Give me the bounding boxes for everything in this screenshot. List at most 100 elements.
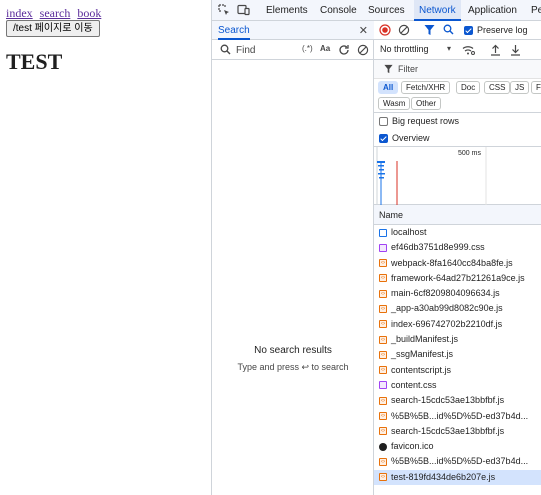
preserve-log-checkbox[interactable] [464,26,473,35]
big-request-rows-row: Big request rows [374,113,541,130]
request-row[interactable]: ef46db3751d8e999.css [374,240,541,255]
page-title: TEST [6,49,63,74]
type-filter-doc[interactable]: Doc [456,81,481,94]
match-case-toggle[interactable]: Aa [320,44,330,53]
search-tab[interactable]: Search [218,23,250,40]
request-row[interactable]: content.css [374,378,541,393]
filter-input[interactable]: Filter [398,64,418,74]
name-column-header[interactable]: Name [374,205,541,225]
request-row[interactable]: ‹› _app-a30ab99d8082c90e.js [374,301,541,316]
tab-network[interactable]: Network [414,0,461,21]
search-box: (.*) Aa [216,43,340,57]
web-page: index search book /test 페이지로 이동 TEST [0,0,211,495]
request-name: test-819fd434de6b207e.js [391,471,496,482]
request-row[interactable]: localhost [374,225,541,240]
tab-console[interactable]: Console [320,0,357,21]
type-filter-css[interactable]: CSS [484,81,511,94]
record-icon[interactable] [379,24,391,39]
tab-performance[interactable]: Pe [531,0,541,21]
timeline-tick-label: 500 ms [458,150,481,157]
no-results-text: No search results [254,345,332,356]
type-filter-other[interactable]: Other [411,97,442,110]
css-file-icon [379,243,387,252]
wifi-settings-icon[interactable] [462,44,475,59]
type-filter-row: All Fetch/XHR Doc CSS JS F Wasm Other [374,79,541,113]
big-request-rows-checkbox[interactable] [379,117,388,126]
regex-toggle[interactable]: (.*) [302,44,313,53]
type-filter-wasm[interactable]: Wasm [378,97,411,110]
filter-funnel-icon[interactable] [424,24,435,39]
script-file-icon: ‹› [379,335,387,344]
request-name: %5B%5B...id%5D%5D-ed37b4d... [391,410,529,421]
request-name: search-15cdc53ae13bbfbf.js [391,425,505,436]
type-filter-fetch-xhr[interactable]: Fetch/XHR [401,81,451,94]
big-request-rows-label: Big request rows [392,116,460,126]
script-file-icon: ‹› [379,366,387,375]
search-row: (.*) Aa [212,40,374,60]
device-toolbar-icon[interactable] [236,3,250,17]
type-filter-font[interactable]: F [531,81,541,94]
request-row[interactable]: ‹› _ssgManifest.js [374,347,541,362]
request-row[interactable]: ‹› main-6cf8209804096634.js [374,286,541,301]
refresh-icon[interactable] [338,44,350,59]
request-row[interactable]: ‹› contentscript.js [374,363,541,378]
script-file-icon: ‹› [379,457,387,466]
throttling-select[interactable]: No throttling [380,44,429,54]
search-icon[interactable] [443,24,454,38]
request-name: _app-a30ab99d8082c90e.js [391,303,503,314]
request-row[interactable]: ‹› %5B%5B...id%5D%5D-ed37b4d... [374,454,541,469]
nav-links: index search book [6,6,105,21]
request-name: localhost [391,227,427,237]
close-icon[interactable]: ✕ [359,24,368,37]
script-file-icon: ‹› [379,259,387,268]
request-name: favicon.ico [391,441,434,452]
request-row[interactable]: ‹› index-696742702b2210df.js [374,317,541,332]
link-index[interactable]: index [6,6,33,20]
search-icon [220,44,231,58]
preserve-log-label: Preserve log [477,25,528,35]
tab-application[interactable]: Application [468,0,517,21]
link-search[interactable]: search [40,6,71,20]
request-name: webpack-8fa1640cc84ba8fe.js [391,257,513,268]
request-row[interactable]: ‹› webpack-8fa1640cc84ba8fe.js [374,256,541,271]
request-name: search-15cdc53ae13bbfbf.js [391,395,505,406]
upload-icon[interactable] [490,44,501,59]
link-book[interactable]: book [77,6,101,20]
request-row[interactable]: ‹› _buildManifest.js [374,332,541,347]
chevron-down-icon: ▾ [447,44,452,53]
script-file-icon: ‹› [379,396,387,405]
script-file-icon: ‹› [379,304,387,313]
go-to-test-button[interactable]: /test 페이지로 이동 [6,20,100,37]
overview-checkbox[interactable] [379,134,388,143]
inspect-element-icon[interactable] [217,3,231,17]
request-row[interactable]: ‹› %5B%5B...id%5D%5D-ed37b4d... [374,409,541,424]
request-row[interactable]: ‹› search-15cdc53ae13bbfbf.js [374,393,541,408]
clear-log-icon[interactable] [398,24,410,39]
request-row[interactable]: ‹› test-819fd434de6b207e.js [374,469,541,486]
tab-sources[interactable]: Sources [368,0,405,21]
network-overview-timeline[interactable]: 500 ms [374,147,541,205]
clear-icon[interactable] [357,44,369,59]
request-name: contentscript.js [391,364,452,375]
request-name: _ssgManifest.js [391,349,454,360]
type-filter-all[interactable]: All [378,81,399,94]
document-icon [379,228,387,237]
network-panel: Preserve log No throttling ▾ Filter All … [374,21,541,495]
network-toolbar-2: No throttling ▾ [374,40,541,60]
request-name: framework-64ad27b21261a9ce.js [391,272,525,283]
css-file-icon [379,381,387,390]
request-row[interactable]: ‹› framework-64ad27b21261a9ce.js [374,271,541,286]
request-name: main-6cf8209804096634.js [391,288,500,299]
search-panel: Search ✕ (.*) Aa No search results Type … [212,21,374,495]
type-filter-js[interactable]: JS [510,81,530,94]
search-input[interactable] [236,43,296,57]
tab-elements[interactable]: Elements [266,0,308,21]
overview-row: Overview [374,130,541,147]
request-row[interactable]: ‹› search-15cdc53ae13bbfbf.js [374,424,541,439]
script-file-icon: ‹› [379,274,387,283]
script-file-icon: ‹› [379,473,387,482]
script-file-icon: ‹› [379,412,387,421]
download-icon[interactable] [510,44,521,59]
request-row[interactable]: favicon.ico [374,439,541,454]
favicon-icon [379,442,387,451]
